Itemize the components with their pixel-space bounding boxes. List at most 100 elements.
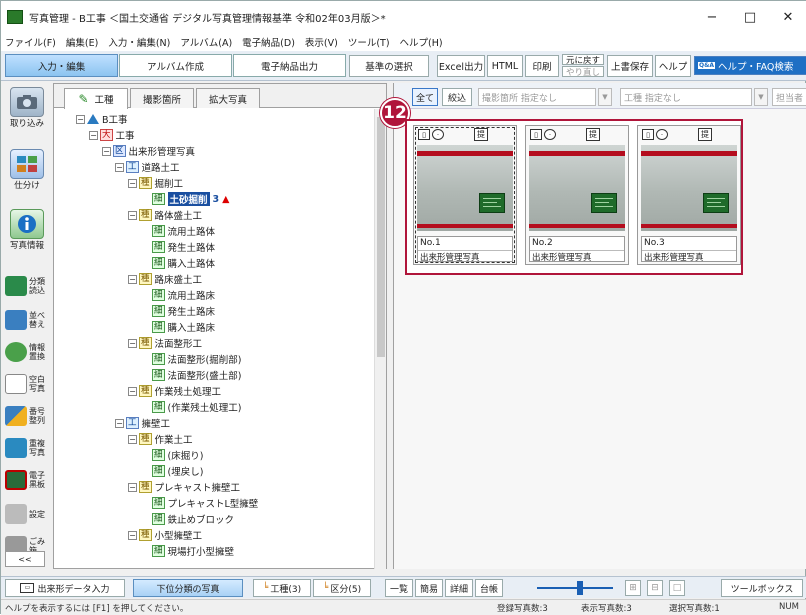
tree-node[interactable]: − 種法面整形工: [128, 336, 202, 350]
tree-node[interactable]: 細流用土路体: [141, 224, 215, 238]
help-button[interactable]: ヘルプ: [655, 55, 691, 77]
tree-node[interactable]: 細土砂掘削 3 ▲: [141, 192, 229, 206]
photo-card[interactable]: ▯ · 提 No.2 出来形管理写真: [525, 125, 629, 265]
tree-expander-icon[interactable]: −: [128, 338, 137, 348]
excel-export-button[interactable]: Excel出力: [437, 55, 485, 77]
dekigata-input-button[interactable]: ▭ 出来形データ入力: [5, 579, 125, 597]
menu-edit[interactable]: 編集(E): [66, 35, 98, 49]
tree-node[interactable]: − 種路床盛土工: [128, 272, 202, 286]
menu-tools[interactable]: ツール(T): [348, 35, 390, 49]
tree-expander-icon[interactable]: −: [128, 434, 137, 444]
tree-node[interactable]: − 種作業残土処理工: [128, 384, 221, 398]
sidebar-row-blank[interactable]: 空白 写真: [5, 371, 51, 397]
close-button[interactable]: ✕: [769, 1, 806, 33]
tree-node[interactable]: 細現場打小型擁壁: [141, 544, 234, 558]
simple-view-button[interactable]: 簡易: [415, 579, 443, 597]
sidebar-row-classify[interactable]: 分類 読込: [5, 273, 51, 299]
tree-expander-icon[interactable]: −: [102, 146, 111, 156]
photo-thumbnail[interactable]: [641, 145, 737, 231]
tree-node[interactable]: − 種路体盛土工: [128, 208, 202, 222]
tree-node[interactable]: − 区出来形管理写真: [102, 144, 195, 158]
undo-button[interactable]: 元に戻す: [562, 54, 604, 66]
tree-node[interactable]: 細鉄止めブロック: [141, 512, 234, 526]
menu-input-edit[interactable]: 入力・編集(N): [108, 35, 170, 49]
sidebar-row-replace[interactable]: 情報 置換: [5, 339, 51, 365]
sidebar-row-renumber[interactable]: 番号 整列: [5, 403, 51, 429]
single-view-icon[interactable]: □: [669, 580, 685, 596]
grid-view-icon[interactable]: ⊞: [625, 580, 641, 596]
photo-card[interactable]: ▯ · 提 No.1 出来形管理写真: [413, 125, 517, 265]
kind-filter-select[interactable]: 工種 指定なし: [620, 88, 752, 106]
list-view-button[interactable]: 一覧: [385, 579, 413, 597]
show-all-button[interactable]: 全て: [412, 88, 438, 106]
menu-album[interactable]: アルバム(A): [180, 35, 232, 49]
koshu-filter-button[interactable]: ╘ 工種(3): [253, 579, 311, 597]
kind-dropdown-icon[interactable]: ▼: [754, 88, 768, 106]
tab-location[interactable]: 撮影箇所: [130, 88, 194, 108]
photo-info-button[interactable]: 写真情報: [3, 209, 51, 251]
tree-node[interactable]: − 大工事: [89, 128, 135, 142]
tab-koshu[interactable]: ✎ 工種: [64, 88, 128, 109]
split-view-icon[interactable]: ⊟: [647, 580, 663, 596]
menu-help[interactable]: ヘルプ(H): [400, 35, 443, 49]
narrow-button[interactable]: 絞込: [442, 88, 472, 106]
ledger-view-button[interactable]: 台帳: [475, 579, 503, 597]
tree-node[interactable]: 細購入土路体: [141, 256, 215, 270]
tab-delivery[interactable]: 電子納品出力: [233, 54, 346, 77]
tree-scrollbar[interactable]: [374, 109, 386, 569]
tree-node[interactable]: 細流用土路床: [141, 288, 215, 302]
zoom-slider-track[interactable]: [537, 587, 613, 589]
minimize-button[interactable]: −: [693, 1, 731, 33]
collapse-sidebar-button[interactable]: <<: [5, 551, 45, 567]
tree-node[interactable]: 細発生土路床: [141, 304, 215, 318]
tree-node[interactable]: 細法面整形(盛土部): [141, 368, 241, 382]
tree-node[interactable]: 細発生土路体: [141, 240, 215, 254]
maximize-button[interactable]: □: [731, 1, 769, 33]
photo-thumbnail[interactable]: [529, 145, 625, 231]
tree-node[interactable]: 細 (床掘り): [141, 448, 203, 462]
sidebar-row-duplicate[interactable]: 重複 写真: [5, 435, 51, 461]
tree-expander-icon[interactable]: −: [76, 114, 85, 124]
sidebar-row-sort[interactable]: 並べ 替え: [5, 307, 51, 333]
tab-album[interactable]: アルバム作成: [119, 54, 232, 77]
tree-expander-icon[interactable]: −: [128, 210, 137, 220]
tree-node[interactable]: 細プレキャストL型擁壁: [141, 496, 258, 510]
tree-node[interactable]: 細購入土路床: [141, 320, 215, 334]
tree-node[interactable]: − 種プレキャスト擁壁工: [128, 480, 240, 494]
sidebar-row-settings[interactable]: 設定: [5, 501, 51, 527]
tree-node[interactable]: 細 (埋戻し): [141, 464, 203, 478]
tree-expander-icon[interactable]: −: [128, 386, 137, 396]
tab-input-edit[interactable]: 入力・編集: [5, 54, 118, 77]
import-button[interactable]: 取り込み: [3, 87, 51, 129]
overwrite-save-button[interactable]: 上書保存: [607, 55, 653, 77]
redo-button[interactable]: やり直し: [562, 66, 604, 78]
print-button[interactable]: 印刷: [525, 55, 559, 77]
html-export-button[interactable]: HTML: [487, 55, 523, 77]
menu-view[interactable]: 表示(V): [305, 35, 338, 49]
tree-node[interactable]: 細法面整形(掘削部): [141, 352, 241, 366]
tree-expander-icon[interactable]: −: [115, 162, 124, 172]
tree-node[interactable]: − B工事: [76, 112, 128, 126]
tree-expander-icon[interactable]: −: [128, 274, 137, 284]
menu-file[interactable]: ファイル(F): [5, 35, 56, 49]
photo-card[interactable]: ▯ · 提 No.3 出来形管理写真: [637, 125, 741, 265]
tree-expander-icon[interactable]: −: [89, 130, 98, 140]
tree-expander-icon[interactable]: −: [115, 418, 124, 428]
lower-class-photos-button[interactable]: 下位分類の写真: [133, 579, 243, 597]
tree-node[interactable]: − 工道路土工: [115, 160, 180, 174]
toolbox-button[interactable]: ツールボックス: [721, 579, 803, 597]
location-dropdown-icon[interactable]: ▼: [598, 88, 612, 106]
sidebar-row-blackboard[interactable]: 電子 黒板: [5, 467, 51, 493]
tree-expander-icon[interactable]: −: [128, 530, 137, 540]
tree-node[interactable]: − 種小型擁壁工: [128, 528, 202, 542]
location-filter-select[interactable]: 撮影箇所 指定なし: [478, 88, 596, 106]
tree-node[interactable]: 細 (作業残土処理工): [141, 400, 241, 414]
tree-node[interactable]: − 種作業土工: [128, 432, 193, 446]
tree-node[interactable]: − 工擁壁工: [115, 416, 170, 430]
detail-view-button[interactable]: 詳細: [445, 579, 473, 597]
tree-node[interactable]: − 種掘削工: [128, 176, 183, 190]
tree-expander-icon[interactable]: −: [128, 178, 137, 188]
tree-expander-icon[interactable]: −: [128, 482, 137, 492]
zoom-slider-thumb[interactable]: [577, 581, 583, 595]
tree-scroll-thumb[interactable]: [377, 117, 385, 357]
